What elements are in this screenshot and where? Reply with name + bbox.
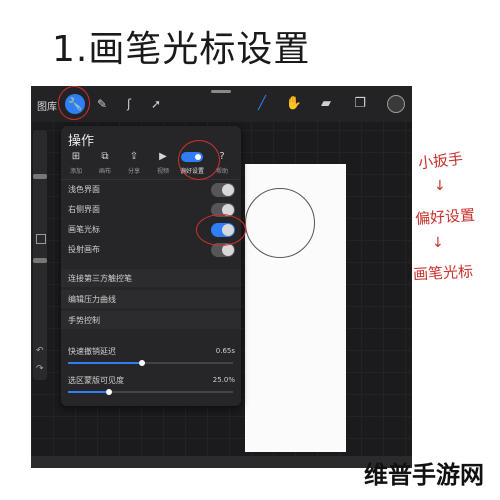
gesture-controls-button[interactable]: 手势控制 xyxy=(61,311,241,329)
annotation-circle-wrench xyxy=(58,86,90,120)
video-icon: ▶ xyxy=(159,151,167,162)
slider-fill xyxy=(68,391,110,393)
smudge-icon[interactable]: ✋ xyxy=(285,95,303,113)
edit-pressure-curve-button[interactable]: 编辑压力曲线 xyxy=(61,290,241,308)
link-label: 手势控制 xyxy=(68,316,100,325)
slider-value: 0.65s xyxy=(215,347,235,355)
annotation-note-preferences: 偏好设置 xyxy=(414,205,476,229)
redo-icon[interactable]: ↷ xyxy=(36,364,44,374)
left-sidebar: ↶ ↷ xyxy=(33,130,47,380)
slider-value: 25.0% xyxy=(212,376,235,384)
add-icon: ⊞ xyxy=(71,151,81,162)
tab-canvas[interactable]: ⧉ 画布 xyxy=(90,150,120,175)
brush-size-slider[interactable] xyxy=(33,174,47,179)
annotation-note-wrench: 小扳手 xyxy=(417,149,464,173)
selection-arrow-icon[interactable]: ➚ xyxy=(146,94,166,114)
color-dot-icon[interactable] xyxy=(387,95,405,113)
brush-cursor-circle xyxy=(245,188,315,258)
drawing-canvas[interactable] xyxy=(245,164,346,452)
annotation-note-brush-cursor: 画笔光标 xyxy=(412,262,474,284)
drag-handle[interactable] xyxy=(211,90,231,93)
panel-title: 操作 xyxy=(68,134,95,149)
bottom-bar xyxy=(31,456,412,468)
tab-label: 视频 xyxy=(156,168,169,175)
page-title: 1.画笔光标设置 xyxy=(52,29,311,70)
share-icon: ⇪ xyxy=(129,151,139,162)
connect-stylus-button[interactable]: 连接第三方触控笔 xyxy=(61,269,241,287)
toggle-row-light-ui: 浅色界面 xyxy=(61,180,241,200)
annotation-arrow: ↓ xyxy=(432,235,444,251)
undo-icon[interactable]: ↶ xyxy=(36,346,44,356)
annotation-circle-preferences xyxy=(178,140,220,180)
quick-undo-delay-slider[interactable] xyxy=(68,360,233,366)
layers-icon[interactable]: ❐ xyxy=(351,95,369,113)
slider-fill xyxy=(68,362,143,364)
light-ui-toggle[interactable] xyxy=(211,183,235,197)
canvas-icon: ⧉ xyxy=(101,151,109,162)
slider-knob[interactable] xyxy=(139,360,146,366)
slider-label: 选区蒙版可见度 xyxy=(68,376,124,385)
slider-knob[interactable] xyxy=(106,389,113,395)
modify-button[interactable] xyxy=(36,234,46,244)
adjust-s-icon[interactable]: ʃ xyxy=(119,94,139,114)
toggle-label: 画笔光标 xyxy=(68,225,100,234)
eraser-icon[interactable]: ▰ xyxy=(317,95,335,113)
tab-label: 分享 xyxy=(127,168,140,175)
tab-label: 画布 xyxy=(98,168,111,175)
slider-label: 快速撤销延迟 xyxy=(68,347,116,356)
toggle-label: 投射画布 xyxy=(68,245,100,254)
watermark: 维普手游网 xyxy=(364,461,484,489)
toggle-label: 浅色界面 xyxy=(68,185,100,194)
tab-video[interactable]: ▶ 视频 xyxy=(148,150,178,175)
selection-mask-visibility-slider[interactable] xyxy=(68,389,233,395)
annotation-circle-toggle xyxy=(196,214,246,246)
brush-icon[interactable]: ╱ xyxy=(253,95,271,113)
opacity-slider[interactable] xyxy=(33,258,47,263)
tab-label: 添加 xyxy=(69,168,82,175)
tab-share[interactable]: ⇪ 分享 xyxy=(119,150,149,175)
tab-add[interactable]: ⊞ 添加 xyxy=(61,150,91,175)
link-label: 连接第三方触控笔 xyxy=(68,274,132,283)
link-label: 编辑压力曲线 xyxy=(68,295,116,304)
annotation-arrow: ↓ xyxy=(434,178,446,194)
toggle-label: 右侧界面 xyxy=(68,205,100,214)
procreate-screen: 图库 🔧 ✎ ʃ ➚ ╱ ✋ ▰ ❐ ↶ ↷ 操作 ⊞ 添加 ⧉ 画布 ⇪ 分享 xyxy=(31,86,412,468)
magic-wand-icon[interactable]: ✎ xyxy=(92,94,112,114)
gallery-button[interactable]: 图库 xyxy=(37,98,57,113)
